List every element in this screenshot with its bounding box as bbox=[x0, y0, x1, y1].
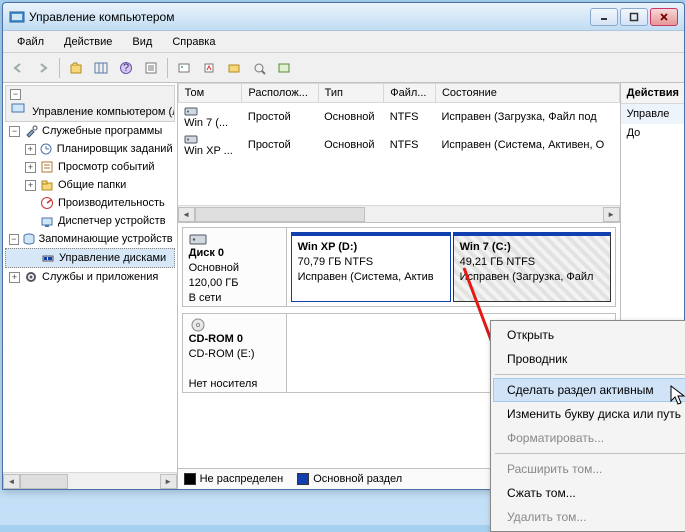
tree-icon bbox=[23, 123, 39, 139]
app-icon bbox=[9, 9, 25, 25]
tree-item[interactable]: Управление дисками bbox=[5, 248, 175, 268]
tree-icon bbox=[39, 213, 55, 229]
actions-sub[interactable]: Управле bbox=[621, 104, 684, 124]
legend-primary: Основной раздел bbox=[313, 473, 402, 485]
forward-button[interactable] bbox=[32, 57, 54, 79]
tree-header-label: Управление компьютером (ло bbox=[32, 106, 175, 118]
tree-item[interactable]: − Служебные программы bbox=[5, 122, 175, 140]
legend-unalloc: Не распределен bbox=[200, 473, 284, 485]
ctx-change-letter[interactable]: Изменить букву диска или путь ... bbox=[493, 402, 685, 426]
partition[interactable]: Win XP (D:)70,79 ГБ NTFSИсправен (Систем… bbox=[291, 232, 451, 302]
volume-grid: Том Располож... Тип Файл... Состояние Wi… bbox=[178, 83, 620, 223]
toolbar: ? bbox=[3, 53, 684, 83]
menu-view[interactable]: Вид bbox=[122, 34, 162, 50]
col-fs[interactable]: Файл... bbox=[384, 84, 436, 103]
col-status[interactable]: Состояние bbox=[435, 84, 619, 103]
up-icon[interactable] bbox=[65, 57, 87, 79]
col-layout[interactable]: Располож... bbox=[242, 84, 318, 103]
tree-label: Общие папки bbox=[58, 179, 126, 191]
window-title: Управление компьютером bbox=[29, 10, 590, 24]
twisty-icon[interactable]: − bbox=[9, 234, 19, 245]
t-icon-2[interactable] bbox=[198, 57, 220, 79]
tree-label: Производительность bbox=[58, 197, 165, 209]
tree-item[interactable]: Диспетчер устройств bbox=[5, 212, 175, 230]
context-menu: Открыть Проводник Сделать раздел активны… bbox=[490, 320, 685, 532]
t-icon-4[interactable] bbox=[248, 57, 270, 79]
tree-label: Планировщик заданий bbox=[57, 143, 173, 155]
tree-label: Просмотр событий bbox=[58, 161, 155, 173]
back-button[interactable] bbox=[7, 57, 29, 79]
actions-more[interactable]: До bbox=[621, 124, 684, 142]
tree-header: − Управление компьютером (ло bbox=[5, 85, 175, 122]
twisty-icon[interactable]: − bbox=[9, 126, 20, 137]
disk-info: Диск 0Основной120,00 ГБВ сети bbox=[183, 228, 287, 306]
ctx-extend[interactable]: Расширить том... bbox=[493, 457, 685, 481]
tree-item[interactable]: Производительность bbox=[5, 194, 175, 212]
tree-label: Диспетчер устройств bbox=[58, 215, 166, 227]
list-icon[interactable] bbox=[140, 57, 162, 79]
tree-panel: − Управление компьютером (ло − Служебные … bbox=[3, 83, 178, 489]
minimize-button[interactable] bbox=[590, 8, 618, 26]
tree-item[interactable]: + Планировщик заданий bbox=[5, 140, 175, 158]
twisty-icon[interactable]: + bbox=[25, 144, 36, 155]
help-icon[interactable]: ? bbox=[115, 57, 137, 79]
col-volume[interactable]: Том bbox=[178, 84, 242, 103]
col-type[interactable]: Тип bbox=[318, 84, 384, 103]
tree-label: Запоминающие устройств bbox=[39, 233, 173, 245]
tree-label: Службы и приложения bbox=[42, 271, 158, 283]
partition[interactable]: Win 7 (C:)49,21 ГБ NTFSИсправен (Загрузк… bbox=[453, 232, 611, 302]
twisty-icon[interactable]: + bbox=[25, 180, 36, 191]
close-button[interactable] bbox=[650, 8, 678, 26]
twisty-icon[interactable]: + bbox=[9, 272, 20, 283]
tree-item[interactable]: + Службы и приложения bbox=[5, 268, 175, 286]
ctx-make-active[interactable]: Сделать раздел активным bbox=[493, 378, 685, 402]
tree-icon bbox=[22, 231, 36, 247]
disk-row: Диск 0Основной120,00 ГБВ сетиWin XP (D:)… bbox=[182, 227, 616, 307]
computer-icon bbox=[10, 100, 26, 116]
tree-item[interactable]: − Запоминающие устройств bbox=[5, 230, 175, 248]
twisty-icon[interactable]: + bbox=[25, 162, 36, 173]
ctx-explore[interactable]: Проводник bbox=[493, 347, 685, 371]
maximize-button[interactable] bbox=[620, 8, 648, 26]
ctx-delete[interactable]: Удалить том... bbox=[493, 505, 685, 529]
menu-action[interactable]: Действие bbox=[54, 34, 122, 50]
tree-icon bbox=[40, 250, 56, 266]
menubar: Файл Действие Вид Справка bbox=[3, 31, 684, 53]
grid-scrollbar[interactable]: ◄► bbox=[178, 205, 620, 222]
t-icon-1[interactable] bbox=[173, 57, 195, 79]
t-icon-3[interactable] bbox=[223, 57, 245, 79]
table-row[interactable]: Win 7 (...ПростойОсновнойNTFSИсправен (З… bbox=[178, 103, 619, 132]
tree-icon bbox=[39, 195, 55, 211]
tree-label: Служебные программы bbox=[42, 125, 162, 137]
disk-info: CD-ROM 0CD-ROM (E:)Нет носителя bbox=[183, 314, 287, 392]
tree-item[interactable]: + Просмотр событий bbox=[5, 158, 175, 176]
panes-icon[interactable] bbox=[90, 57, 112, 79]
t-icon-5[interactable] bbox=[273, 57, 295, 79]
tree-icon bbox=[39, 177, 55, 193]
svg-text:?: ? bbox=[123, 62, 129, 74]
tree-icon bbox=[39, 159, 55, 175]
twisty-icon[interactable]: − bbox=[10, 89, 21, 100]
ctx-open[interactable]: Открыть bbox=[493, 323, 685, 347]
actions-header: Действия bbox=[621, 83, 684, 104]
ctx-shrink[interactable]: Сжать том... bbox=[493, 481, 685, 505]
table-row[interactable]: Win XP ...ПростойОсновнойNTFSИсправен (С… bbox=[178, 131, 619, 159]
titlebar: Управление компьютером bbox=[3, 3, 684, 31]
tree-scrollbar[interactable]: ◄► bbox=[3, 472, 177, 489]
tree-icon bbox=[23, 269, 39, 285]
tree-icon bbox=[39, 141, 54, 157]
tree-item[interactable]: + Общие папки bbox=[5, 176, 175, 194]
ctx-format[interactable]: Форматировать... bbox=[493, 426, 685, 450]
menu-file[interactable]: Файл bbox=[7, 34, 54, 50]
menu-help[interactable]: Справка bbox=[162, 34, 225, 50]
tree-label: Управление дисками bbox=[59, 252, 166, 264]
